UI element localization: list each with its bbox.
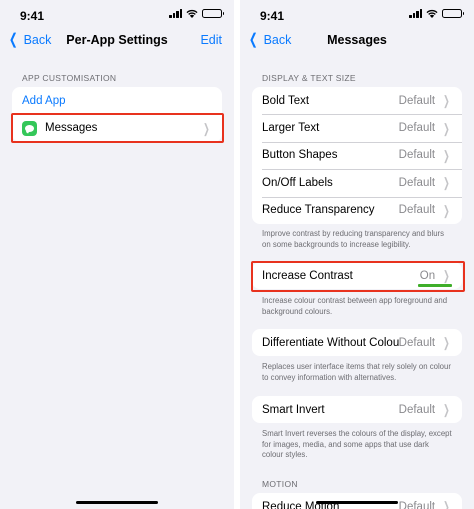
status-time: 9:41 xyxy=(260,9,285,23)
navigation-bar: ❮ Back Per-App Settings Edit xyxy=(0,30,234,52)
display-settings-group: Bold Text Default ❯ Larger Text Default … xyxy=(252,87,462,224)
battery-icon xyxy=(442,9,464,18)
wifi-icon xyxy=(186,9,198,18)
app-list: Add App Messages ❯ xyxy=(12,87,222,142)
chevron-right-icon: ❯ xyxy=(443,499,450,509)
chevron-right-icon: ❯ xyxy=(443,147,450,163)
smart-invert-group: Smart Invert Default ❯ xyxy=(252,396,462,424)
chevron-left-icon: ❮ xyxy=(8,31,18,48)
app-row-label: Messages xyxy=(45,122,98,135)
status-time: 9:41 xyxy=(20,9,45,23)
row-label: Larger Text xyxy=(262,122,320,135)
row-label: Smart Invert xyxy=(262,403,325,416)
home-indicator xyxy=(76,500,158,504)
status-icons xyxy=(409,9,464,18)
row-value: Default xyxy=(398,336,436,349)
chevron-right-icon: ❯ xyxy=(443,335,450,351)
chevron-left-icon: ❮ xyxy=(248,31,258,48)
chevron-right-icon: ❯ xyxy=(203,120,210,136)
wifi-icon xyxy=(426,9,438,18)
smart-invert-row[interactable]: Smart Invert Default ❯ xyxy=(252,396,462,423)
status-bar: 9:41 xyxy=(0,0,234,28)
chevron-right-icon: ❯ xyxy=(443,402,450,418)
messages-icon xyxy=(22,120,37,136)
per-app-settings-screen: 9:41 ❮ Back Per-App Settings Edit APP CU… xyxy=(0,0,237,509)
back-button[interactable]: ❮ Back xyxy=(7,32,51,47)
row-value: Default xyxy=(398,149,436,162)
differentiate-group: Differentiate Without Colour Default ❯ xyxy=(252,329,462,357)
reduce-transparency-row[interactable]: Reduce Transparency Default ❯ xyxy=(252,196,462,224)
status-bar: 9:41 xyxy=(240,0,474,28)
section-header-motion: MOTION xyxy=(262,479,298,489)
larger-text-row[interactable]: Larger Text Default ❯ xyxy=(252,114,462,141)
messages-settings-screen: 9:41 ❮ Back Messages DISPLAY & TEXT SIZE… xyxy=(237,0,474,509)
row-value: Default xyxy=(398,176,436,189)
differentiate-without-colour-row[interactable]: Differentiate Without Colour Default ❯ xyxy=(252,329,462,356)
section-header-display-text-size: DISPLAY & TEXT SIZE xyxy=(262,73,356,83)
back-label: Back xyxy=(23,32,52,47)
app-row-messages[interactable]: Messages ❯ xyxy=(12,114,222,141)
chevron-right-icon: ❯ xyxy=(443,202,450,218)
row-label: On/Off Labels xyxy=(262,176,333,189)
back-button[interactable]: ❮ Back xyxy=(247,32,291,47)
home-indicator xyxy=(316,500,398,504)
row-label: Increase Contrast xyxy=(262,269,353,282)
add-app-button[interactable]: Add App xyxy=(12,87,222,114)
on-value-underline xyxy=(418,284,452,287)
differentiate-footer: Replaces user interface items that rely … xyxy=(262,362,451,382)
row-label: Differentiate Without Colour xyxy=(262,336,399,349)
back-label: Back xyxy=(263,32,292,47)
status-icons xyxy=(169,9,224,18)
reduce-transparency-footer: Improve contrast by reducing transparenc… xyxy=(262,229,445,249)
cellular-signal-icon xyxy=(169,9,182,18)
bold-text-row[interactable]: Bold Text Default ❯ xyxy=(252,87,462,114)
chevron-right-icon: ❯ xyxy=(443,120,450,136)
row-value: Default xyxy=(398,122,436,135)
row-label: Reduce Transparency xyxy=(262,204,375,217)
chevron-right-icon: ❯ xyxy=(443,175,450,191)
increase-contrast-footer: Increase colour contrast between app for… xyxy=(262,296,448,316)
add-app-label: Add App xyxy=(22,94,66,107)
row-value: On xyxy=(419,269,436,282)
chevron-right-icon: ❯ xyxy=(443,93,450,109)
row-value: Default xyxy=(398,403,436,416)
row-value: Default xyxy=(398,94,436,107)
section-header-app-customisation: APP CUSTOMISATION xyxy=(22,73,117,83)
battery-icon xyxy=(202,9,224,18)
row-label: Bold Text xyxy=(262,94,310,107)
chevron-right-icon: ❯ xyxy=(443,268,450,284)
edit-button[interactable]: Edit xyxy=(200,33,222,47)
smart-invert-footer: Smart Invert reverses the colours of the… xyxy=(262,429,452,459)
row-value: Default xyxy=(398,204,436,217)
row-value: Default xyxy=(398,500,436,509)
cellular-signal-icon xyxy=(409,9,422,18)
navigation-bar: ❮ Back Messages xyxy=(240,30,474,52)
row-label: Button Shapes xyxy=(262,149,338,162)
button-shapes-row[interactable]: Button Shapes Default ❯ xyxy=(252,141,462,169)
on-off-labels-row[interactable]: On/Off Labels Default ❯ xyxy=(252,169,462,196)
